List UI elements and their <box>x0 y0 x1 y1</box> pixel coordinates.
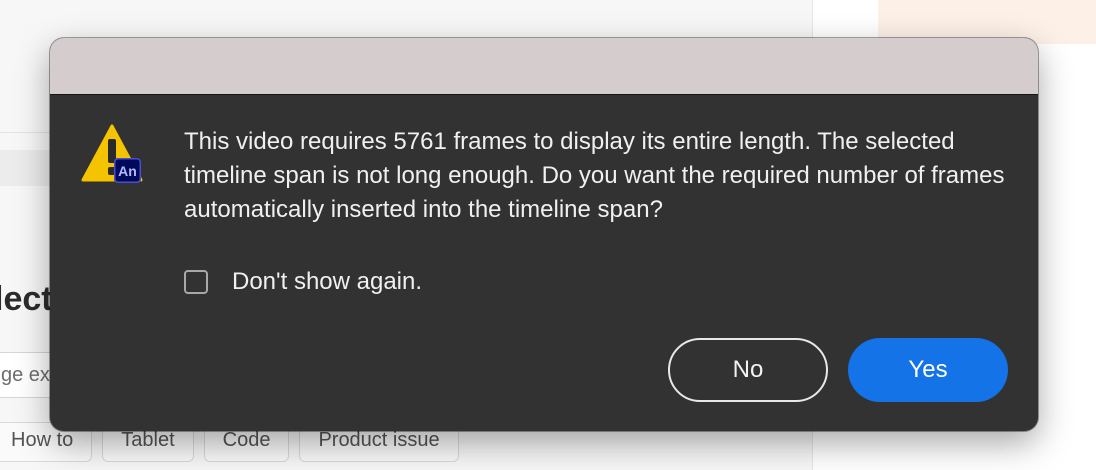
dialog-body: An This video requires 5761 frames to di… <box>50 95 1038 431</box>
dont-show-again-label[interactable]: Don't show again. <box>232 268 422 296</box>
background-heading: lect <box>0 280 53 318</box>
no-button[interactable]: No <box>668 338 828 402</box>
alert-dialog: An This video requires 5761 frames to di… <box>50 38 1038 431</box>
yes-button[interactable]: Yes <box>848 338 1008 402</box>
dont-show-again-checkbox[interactable] <box>184 270 208 294</box>
animate-app-icon: An <box>114 158 141 183</box>
dialog-message: This video requires 5761 frames to displ… <box>184 128 1005 223</box>
dialog-titlebar[interactable] <box>50 38 1038 95</box>
dont-show-again-option[interactable]: Don't show again. <box>184 267 422 297</box>
